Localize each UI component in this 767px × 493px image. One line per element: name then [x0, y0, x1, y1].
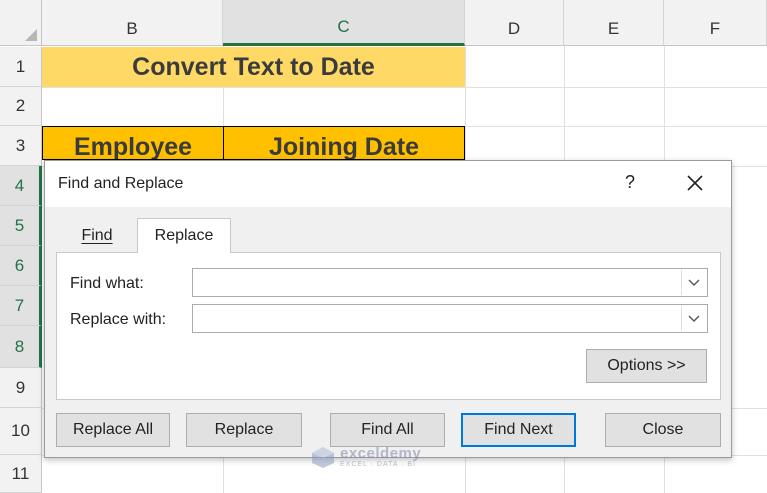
select-all-corner[interactable] [0, 0, 42, 46]
row-header-10[interactable]: 10 [0, 408, 42, 455]
row-header-11[interactable]: 11 [0, 455, 42, 493]
watermark-tagline: EXCEL · DATA · BI [340, 461, 416, 468]
replace-with-input[interactable] [192, 304, 708, 333]
row-header-9[interactable]: 9 [0, 368, 42, 408]
tab-replace[interactable]: Replace [137, 218, 231, 253]
watermark-name: exceldemy [340, 445, 422, 462]
tab-find[interactable]: Find [68, 219, 126, 252]
row-header-4[interactable]: 4 [0, 166, 42, 206]
dialog-title-bar[interactable]: Find and Replace ? [45, 161, 731, 207]
options-button[interactable]: Options >> [586, 349, 707, 383]
find-what-input[interactable] [192, 268, 708, 297]
find-what-label: Find what: [70, 275, 144, 292]
row-header-6[interactable]: 6 [0, 246, 42, 286]
find-replace-dialog: Find and Replace ? Find Replace Find wha… [44, 160, 732, 458]
close-button[interactable]: Close [605, 413, 721, 447]
column-header-c[interactable]: C [223, 0, 465, 46]
tab-replace-label: Replace [154, 227, 214, 244]
row-header-2[interactable]: 2 [0, 87, 42, 126]
dialog-title: Find and Replace [58, 175, 184, 192]
find-all-button[interactable]: Find All [330, 413, 445, 447]
replace-all-button[interactable]: Replace All [56, 413, 170, 447]
replace-button[interactable]: Replace [186, 413, 302, 447]
row-header-1[interactable]: 1 [0, 47, 42, 87]
chevron-down-icon[interactable] [681, 306, 706, 331]
replace-with-label: Replace with: [70, 311, 167, 328]
replace-panel: Find what: Replace with: Options >> [56, 252, 721, 400]
column-header-d[interactable]: D [465, 0, 564, 46]
help-button[interactable]: ? [620, 172, 640, 193]
header-cell-joining-date[interactable]: Joining Date [223, 126, 465, 160]
row-header-5[interactable]: 5 [0, 206, 42, 246]
column-header-f[interactable]: F [664, 0, 767, 46]
exceldemy-watermark: exceldemy EXCEL · DATA · BI [310, 445, 421, 469]
title-cell[interactable]: Convert Text to Date [42, 47, 465, 87]
row-header-8[interactable]: 8 [0, 326, 42, 368]
column-header-e[interactable]: E [564, 0, 664, 46]
close-icon[interactable] [681, 169, 709, 197]
chevron-down-icon[interactable] [681, 270, 706, 295]
tab-find-label: Find [81, 226, 113, 244]
exceldemy-logo-icon [312, 447, 334, 468]
find-next-button[interactable]: Find Next [461, 413, 576, 447]
header-cell-employee[interactable]: Employee [42, 126, 224, 160]
row-header-7[interactable]: 7 [0, 286, 42, 326]
column-header-b[interactable]: B [42, 0, 223, 46]
row-header-3[interactable]: 3 [0, 126, 42, 166]
